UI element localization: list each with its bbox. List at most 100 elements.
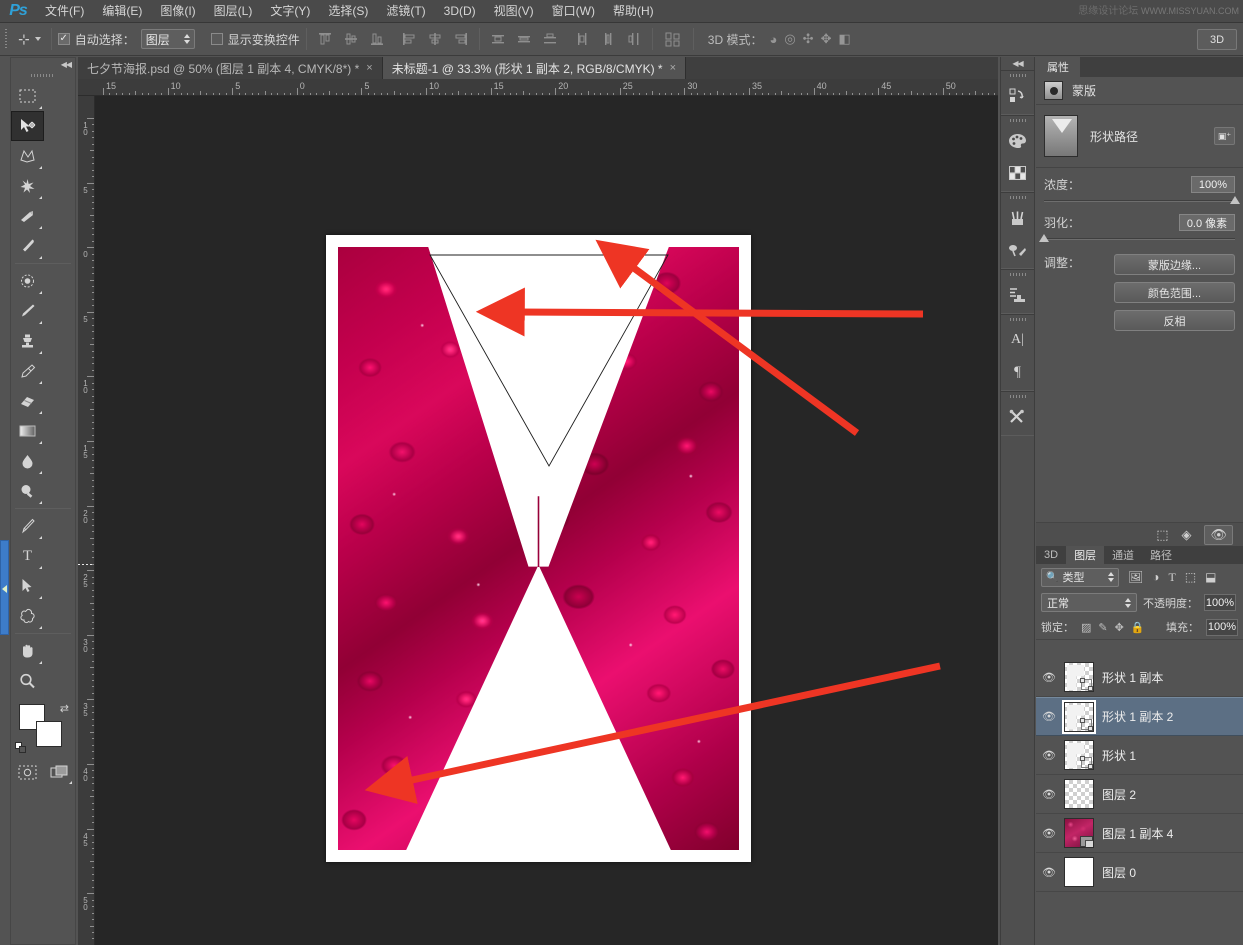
panel-expand-handle[interactable] <box>0 540 9 635</box>
toggle-mask-icon[interactable]: 👁 <box>1204 525 1233 545</box>
lock-transparency-icon[interactable]: ▨ <box>1081 621 1091 634</box>
quick-mask-icon[interactable] <box>11 758 43 786</box>
paragraph-icon[interactable]: ¶ <box>1001 356 1034 388</box>
lock-image-icon[interactable]: ✎ <box>1098 621 1107 634</box>
move-tool-icon[interactable] <box>11 111 44 141</box>
tab-channels[interactable]: 通道 <box>1104 546 1142 564</box>
tab-properties[interactable]: 属性 <box>1036 57 1080 77</box>
shape-tool-icon[interactable] <box>11 601 44 631</box>
workspace-switcher-button[interactable]: 3D <box>1197 29 1237 50</box>
menu-filter[interactable]: 滤镜(T) <box>377 0 434 23</box>
tool-presets-icon[interactable] <box>1001 401 1034 433</box>
menu-file[interactable]: 文件(F) <box>36 0 93 23</box>
blend-mode-dropdown[interactable]: 正常 <box>1041 593 1137 612</box>
horizontal-ruler[interactable]: 1510505101520253035404550 <box>78 79 998 96</box>
path-selection-tool-icon[interactable] <box>11 571 44 601</box>
hand-tool-icon[interactable] <box>11 636 44 666</box>
eyedropper-tool-icon[interactable] <box>11 231 44 261</box>
current-tool-button[interactable]: ⊹ <box>12 31 45 48</box>
layer-thumbnail[interactable] <box>1064 779 1094 809</box>
background-color-swatch[interactable] <box>36 721 62 747</box>
feather-slider[interactable] <box>1044 238 1235 240</box>
pan-3d-icon[interactable]: ✣ <box>803 31 814 47</box>
adjustments-icon[interactable] <box>1001 279 1034 311</box>
close-icon[interactable]: × <box>366 62 372 74</box>
menu-view[interactable]: 视图(V) <box>485 0 543 23</box>
rail-grip[interactable] <box>1001 315 1034 324</box>
layer-thumbnail[interactable] <box>1064 857 1094 887</box>
menu-select[interactable]: 选择(S) <box>319 0 377 23</box>
document-tab-2[interactable]: 未标题-1 @ 33.3% (形状 1 副本 2, RGB/8/CMYK) * … <box>383 57 686 79</box>
auto-select-checkbox[interactable]: ✓ <box>58 33 70 45</box>
vertical-ruler[interactable]: 105051015202530354045505 <box>78 96 95 945</box>
tab-paths[interactable]: 路径 <box>1142 546 1180 564</box>
close-icon[interactable]: × <box>670 62 676 74</box>
auto-select-scope-dropdown[interactable]: 图层 <box>141 29 195 49</box>
screen-mode-icon[interactable] <box>43 758 75 786</box>
brush-presets-icon[interactable] <box>1001 202 1034 234</box>
crop-tool-icon[interactable] <box>11 201 44 231</box>
tab-3d[interactable]: 3D <box>1036 546 1066 564</box>
adjustment-filter-icon[interactable]: ◑ <box>1152 570 1159 584</box>
density-value[interactable]: 100% <box>1191 176 1235 193</box>
density-slider[interactable] <box>1044 200 1235 202</box>
feather-value[interactable]: 0.0 像素 <box>1179 214 1235 231</box>
lock-position-icon[interactable]: ✥ <box>1115 621 1124 634</box>
lock-all-icon[interactable]: 🔒 <box>1131 621 1145 634</box>
smartobject-filter-icon[interactable]: ⬓ <box>1205 570 1216 584</box>
menu-help[interactable]: 帮助(H) <box>604 0 663 23</box>
menu-image[interactable]: 图像(I) <box>151 0 204 23</box>
roll-3d-icon[interactable]: ◎ <box>784 31 795 47</box>
align-right-edges-icon[interactable] <box>449 28 473 50</box>
menu-layer[interactable]: 图层(L) <box>205 0 262 23</box>
rail-grip[interactable] <box>1001 392 1034 401</box>
load-selection-from-mask-icon[interactable]: ⬚ <box>1156 527 1168 543</box>
layer-row[interactable]: 👁 图层 1 副本 4 <box>1036 814 1243 853</box>
opacity-value[interactable]: 100% <box>1204 594 1236 611</box>
shape-mask-thumbnail[interactable] <box>1044 115 1078 157</box>
layer-row[interactable]: 👁 形状 1 副本 <box>1036 658 1243 697</box>
document-tab-1[interactable]: 七夕节海报.psd @ 50% (图层 1 副本 4, CMYK/8*) * × <box>78 57 383 79</box>
menu-edit[interactable]: 编辑(E) <box>93 0 151 23</box>
dodge-tool-icon[interactable] <box>11 476 44 506</box>
eye-icon[interactable]: 👁 <box>1042 710 1056 723</box>
tab-layers[interactable]: 图层 <box>1066 546 1104 564</box>
orbit-3d-icon[interactable]: ◕ <box>769 32 777 47</box>
slide-3d-icon[interactable]: ✥ <box>821 31 832 47</box>
layer-row[interactable]: 👁 图层 0 <box>1036 853 1243 892</box>
swap-colors-icon[interactable]: ⇄ <box>60 702 69 715</box>
rail-grip[interactable] <box>1001 116 1034 125</box>
rail-collapse-button[interactable]: ◀◀ <box>1001 57 1034 70</box>
swatches-icon[interactable] <box>1001 157 1034 189</box>
distribute-top-edges-icon[interactable] <box>486 28 510 50</box>
eye-icon[interactable]: 👁 <box>1042 788 1056 801</box>
eye-icon[interactable]: 👁 <box>1042 749 1056 762</box>
layer-row[interactable]: 👁 图层 2 <box>1036 775 1243 814</box>
menu-window[interactable]: 窗口(W) <box>543 0 604 23</box>
rail-grip[interactable] <box>1001 270 1034 279</box>
distribute-bottom-edges-icon[interactable] <box>538 28 562 50</box>
distribute-vertical-centers-icon[interactable] <box>512 28 536 50</box>
density-slider-knob[interactable] <box>1230 196 1240 204</box>
type-filter-icon[interactable]: T <box>1168 570 1175 585</box>
distribute-right-edges-icon[interactable] <box>622 28 646 50</box>
chevron-down-icon[interactable] <box>35 37 41 41</box>
invert-button[interactable]: 反相 <box>1114 310 1235 331</box>
canvas-area[interactable] <box>95 96 998 945</box>
pen-tool-icon[interactable] <box>11 511 44 541</box>
layer-thumbnail[interactable] <box>1064 702 1094 732</box>
shape-filter-icon[interactable]: ⬚ <box>1185 570 1196 584</box>
align-left-edges-icon[interactable] <box>397 28 421 50</box>
lasso-tool-icon[interactable] <box>11 141 44 171</box>
rail-grip[interactable] <box>1001 71 1034 80</box>
layer-filter-type-dropdown[interactable]: 🔍 类型 <box>1041 568 1119 587</box>
align-vertical-centers-icon[interactable] <box>339 28 363 50</box>
magic-wand-tool-icon[interactable] <box>11 171 44 201</box>
menu-3d[interactable]: 3D(D) <box>435 0 485 23</box>
tools-panel-grip[interactable] <box>11 70 75 81</box>
layer-thumbnail[interactable] <box>1064 662 1094 692</box>
color-range-button[interactable]: 颜色范围... <box>1114 282 1235 303</box>
fill-value[interactable]: 100% <box>1206 619 1238 636</box>
gradient-tool-icon[interactable] <box>11 416 44 446</box>
align-bottom-edges-icon[interactable] <box>365 28 389 50</box>
